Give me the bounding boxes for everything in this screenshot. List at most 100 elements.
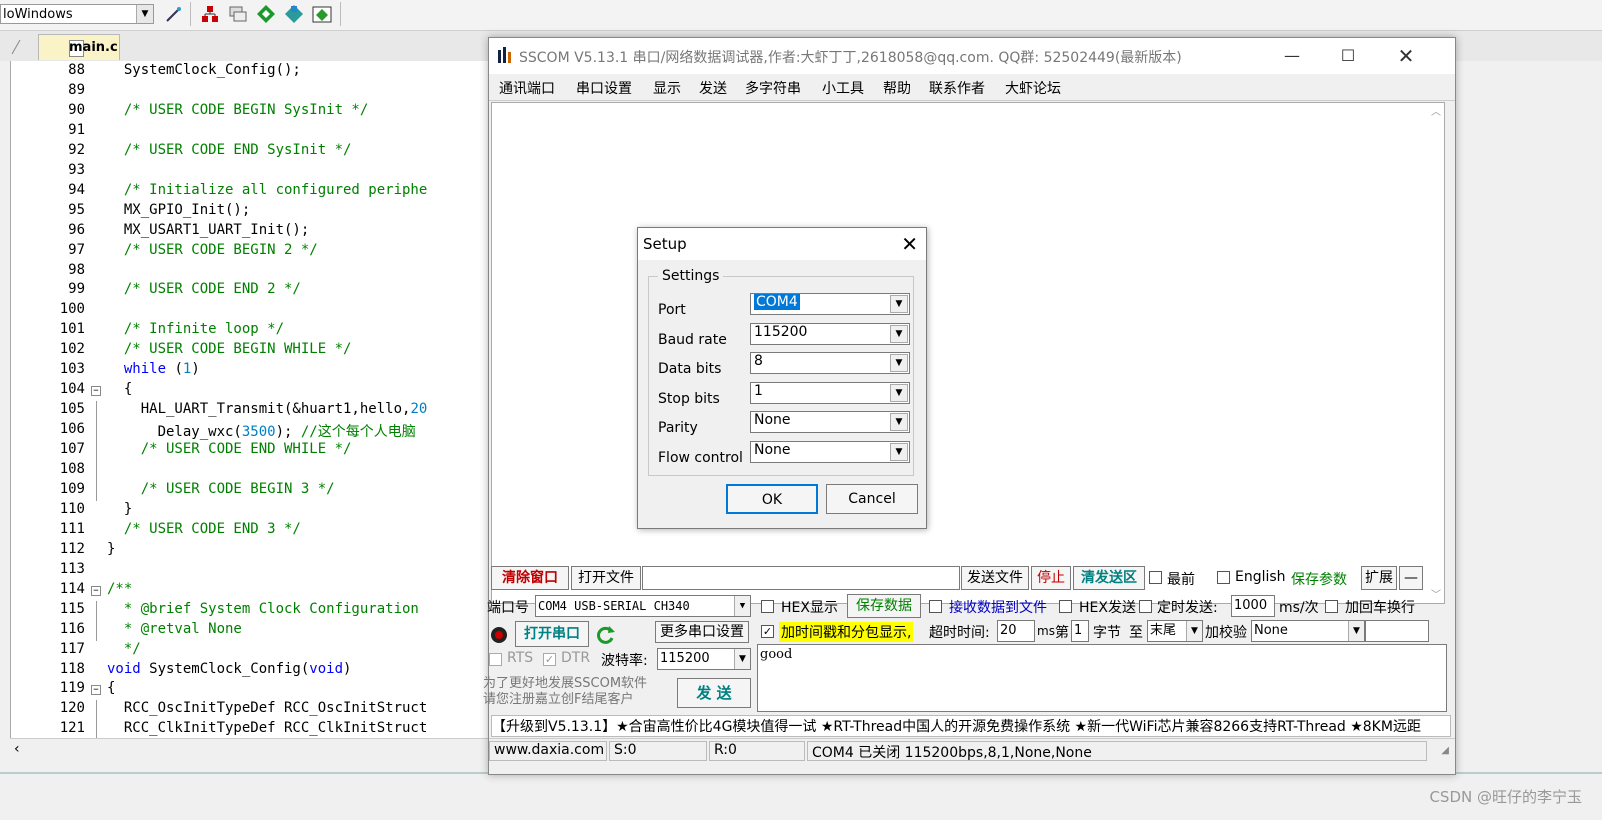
send-button[interactable]: 发 送 bbox=[677, 678, 751, 708]
tab-scroll-left-icon[interactable] bbox=[8, 36, 26, 58]
receive-scrollbar[interactable]: ︿ ﹀ bbox=[1428, 103, 1444, 603]
code-line: /* USER CODE BEGIN WHILE */ bbox=[107, 341, 352, 358]
topmost-checkbox[interactable] bbox=[1149, 571, 1162, 584]
scroll-left-icon[interactable]: ‹ bbox=[14, 741, 20, 757]
menu-tools[interactable]: 小工具 bbox=[822, 78, 864, 98]
chevron-down-icon[interactable]: ▼ bbox=[890, 384, 908, 402]
checksum-select[interactable]: None ▼ bbox=[1251, 620, 1365, 642]
menu-comm-port[interactable]: 通讯端口 bbox=[499, 78, 555, 98]
interval-input[interactable]: 1000 bbox=[1231, 595, 1275, 617]
line-number: 116 bbox=[59, 620, 85, 637]
fold-toggle-icon[interactable]: − bbox=[91, 685, 101, 696]
expand-button[interactable]: 扩展 bbox=[1361, 566, 1397, 590]
chevron-down-icon[interactable]: ▼ bbox=[890, 443, 908, 461]
menu-forum[interactable]: 大虾论坛 bbox=[1005, 78, 1061, 98]
send-file-button[interactable]: 发送文件 bbox=[961, 566, 1029, 590]
checksum-extra-field[interactable] bbox=[1365, 620, 1429, 642]
close-icon[interactable]: ✕ bbox=[1383, 44, 1429, 68]
sscom-logo-icon bbox=[498, 47, 511, 63]
chevron-down-icon[interactable]: ▼ bbox=[1348, 621, 1364, 641]
port-dropdown[interactable]: COM4 ▼ bbox=[750, 293, 910, 315]
save-data-button[interactable]: 保存数据 bbox=[847, 594, 921, 618]
maximize-icon[interactable]: ☐ bbox=[1325, 44, 1371, 68]
resize-grip-icon[interactable]: ◢ bbox=[1441, 745, 1449, 756]
port-label: 端口号 bbox=[487, 600, 529, 616]
clear-window-button[interactable]: 清除窗口 bbox=[491, 566, 569, 590]
tab-main-c[interactable]: main.c bbox=[38, 34, 120, 60]
chevron-down-icon[interactable]: ▼ bbox=[1186, 621, 1202, 641]
close-icon[interactable]: ✕ bbox=[901, 232, 918, 256]
save-params-link[interactable]: 保存参数 bbox=[1291, 569, 1347, 589]
line-number: 110 bbox=[59, 500, 85, 517]
manage-components-icon[interactable] bbox=[312, 4, 332, 24]
chevron-down-icon[interactable]: ▼ bbox=[136, 5, 153, 23]
timed-send-checkbox[interactable] bbox=[1139, 600, 1152, 613]
send-input[interactable]: good bbox=[757, 644, 1447, 712]
code-editor[interactable]: 88 SystemClock_Config(); 89 90 /* USER COD… bbox=[10, 61, 489, 738]
editor-horizontal-scrollbar[interactable]: ‹ bbox=[10, 738, 488, 761]
ok-button[interactable]: OK bbox=[726, 484, 818, 514]
more-serial-settings-button[interactable]: 更多串口设置 bbox=[655, 621, 749, 643]
minimize-icon[interactable]: — bbox=[1269, 44, 1315, 68]
chevron-down-icon[interactable]: ▼ bbox=[734, 596, 750, 616]
chevron-down-icon[interactable]: ▼ bbox=[890, 295, 908, 313]
chevron-down-icon[interactable]: ▼ bbox=[890, 413, 908, 431]
diamond-green-icon[interactable] bbox=[256, 4, 276, 24]
add-newline-checkbox[interactable] bbox=[1325, 600, 1338, 613]
code-line: MX_USART1_UART_Init(); bbox=[107, 221, 310, 238]
port-select[interactable]: COM4 USB-SERIAL CH340 ▼ bbox=[535, 595, 751, 617]
menu-contact-author[interactable]: 联系作者 bbox=[929, 78, 985, 98]
recv-to-file-checkbox[interactable] bbox=[929, 600, 942, 613]
sscom-menubar: 通讯端口 串口设置 显示 发送 多字符串 小工具 帮助 联系作者 大虾论坛 bbox=[489, 74, 1455, 101]
flow-control-dropdown[interactable]: None ▼ bbox=[750, 441, 910, 463]
cancel-button[interactable]: Cancel bbox=[826, 484, 918, 514]
byte-index-input[interactable]: 1 bbox=[1071, 620, 1089, 642]
english-checkbox[interactable] bbox=[1217, 571, 1230, 584]
stop-button[interactable]: 停止 bbox=[1031, 566, 1071, 590]
menu-multi-string[interactable]: 多字符串 bbox=[745, 78, 801, 98]
hex-send-checkbox[interactable] bbox=[1059, 600, 1072, 613]
file-path-input[interactable] bbox=[642, 566, 960, 590]
menu-help[interactable]: 帮助 bbox=[883, 78, 911, 98]
receive-area[interactable]: ︿ ﹀ bbox=[491, 102, 1445, 604]
timeout-input[interactable]: 20 bbox=[997, 620, 1035, 642]
flow-control-dropdown-value: None bbox=[754, 442, 791, 458]
fold-toggle-icon[interactable]: − bbox=[91, 585, 101, 596]
windows-icon[interactable] bbox=[228, 4, 248, 24]
code-line: /* USER CODE BEGIN SysInit */ bbox=[107, 101, 369, 118]
open-port-button[interactable]: 打开串口 bbox=[515, 621, 589, 647]
chevron-down-icon[interactable]: ▼ bbox=[734, 649, 750, 669]
line-number: 96 bbox=[68, 221, 85, 238]
chevron-down-icon[interactable]: ▼ bbox=[890, 354, 908, 372]
status-website[interactable]: www.daxia.com bbox=[489, 741, 607, 761]
parity-dropdown[interactable]: None ▼ bbox=[750, 411, 910, 433]
setup-titlebar[interactable]: Setup ✕ bbox=[638, 228, 926, 260]
news-ticker[interactable]: 【升级到V5.13.1】★合宙高性价比4G模块值得一试 ★RT-Thread中国… bbox=[491, 715, 1451, 737]
open-file-button[interactable]: 打开文件 bbox=[571, 566, 641, 590]
menu-serial-settings[interactable]: 串口设置 bbox=[576, 78, 632, 98]
timestamp-checkbox[interactable]: ✓ bbox=[761, 625, 774, 638]
chevron-down-icon[interactable]: ▼ bbox=[890, 325, 908, 343]
code-line: while (1) bbox=[123, 361, 200, 378]
sscom-titlebar[interactable]: SSCOM V5.13.1 串口/网络数据调试器,作者:大虾丁丁,2618058… bbox=[489, 38, 1455, 74]
menu-send[interactable]: 发送 bbox=[699, 78, 727, 98]
data-bits-dropdown[interactable]: 8 ▼ bbox=[750, 352, 910, 374]
fold-toggle-icon[interactable]: − bbox=[91, 386, 101, 397]
refresh-icon[interactable] bbox=[595, 624, 617, 646]
hex-display-checkbox[interactable] bbox=[761, 600, 774, 613]
baud-rate-dropdown[interactable]: 115200 ▼ bbox=[750, 323, 910, 345]
clear-send-button[interactable]: 清发送区 bbox=[1073, 566, 1145, 590]
diamond-blue-icon[interactable] bbox=[284, 4, 304, 24]
stop-bits-dropdown[interactable]: 1 ▼ bbox=[750, 382, 910, 404]
dtr-checkbox[interactable]: ✓ bbox=[543, 653, 556, 666]
menu-display[interactable]: 显示 bbox=[653, 78, 681, 98]
baud-select[interactable]: 115200 ▼ bbox=[657, 648, 751, 670]
scroll-up-icon[interactable]: ︿ bbox=[1431, 103, 1441, 118]
rts-checkbox[interactable] bbox=[489, 653, 502, 666]
end-select[interactable]: 末尾 ▼ bbox=[1147, 620, 1203, 642]
scroll-down-icon[interactable]: ﹀ bbox=[1431, 586, 1441, 601]
magic-wand-icon[interactable] bbox=[164, 4, 184, 24]
collapse-button[interactable]: — bbox=[1399, 566, 1423, 590]
hierarchy-icon[interactable] bbox=[200, 4, 220, 24]
target-combo[interactable]: loWindows ▼ bbox=[0, 4, 154, 24]
